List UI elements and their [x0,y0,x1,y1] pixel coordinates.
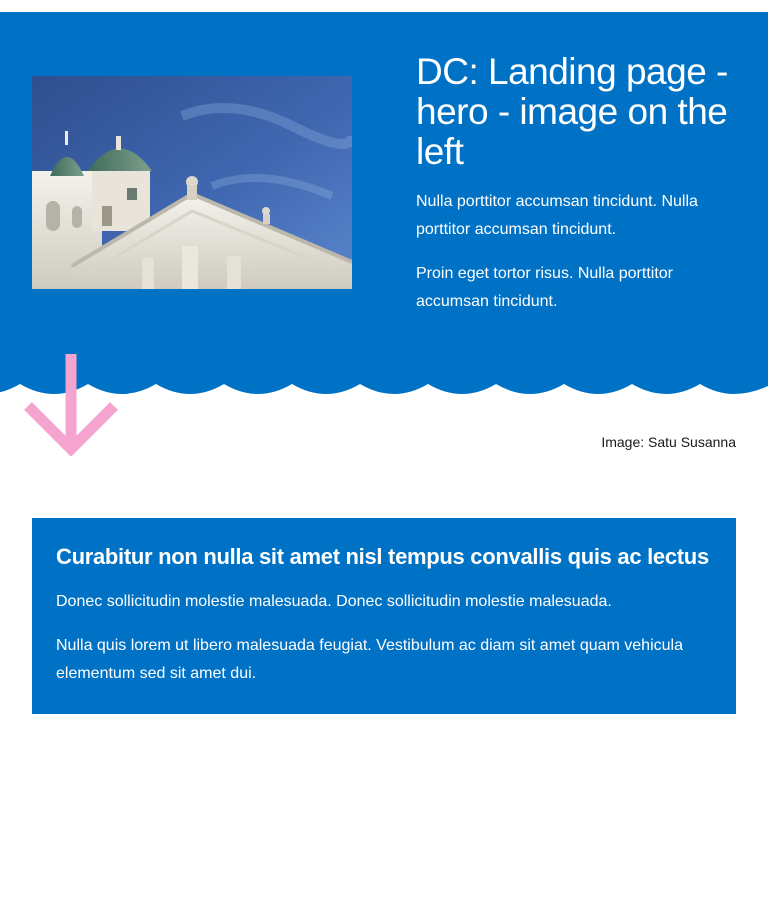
image-caption: Image: Satu Susanna [601,434,736,450]
card-title: Curabitur non nulla sit amet nisl tempus… [56,544,709,569]
hero-image [32,76,352,289]
card-paragraph: Donec sollicitudin molestie malesuada. D… [56,593,612,610]
page-title: DC: Landing page - hero - image on the l… [416,51,728,172]
hero-text: DC: Landing page - hero - image on the l… [416,52,746,316]
hero-paragraph: Proin eget tortor risus. Nulla porttitor… [416,265,673,310]
info-card: Curabitur non nulla sit amet nisl tempus… [32,518,736,714]
arrow-down-icon [24,354,118,456]
hero-section: DC: Landing page - hero - image on the l… [0,12,768,384]
card-paragraph: Nulla quis lorem ut libero malesuada feu… [56,637,683,682]
page: DC: Landing page - hero - image on the l… [0,0,768,920]
hero-paragraph: Nulla porttitor accumsan tincidunt. Null… [416,193,698,238]
